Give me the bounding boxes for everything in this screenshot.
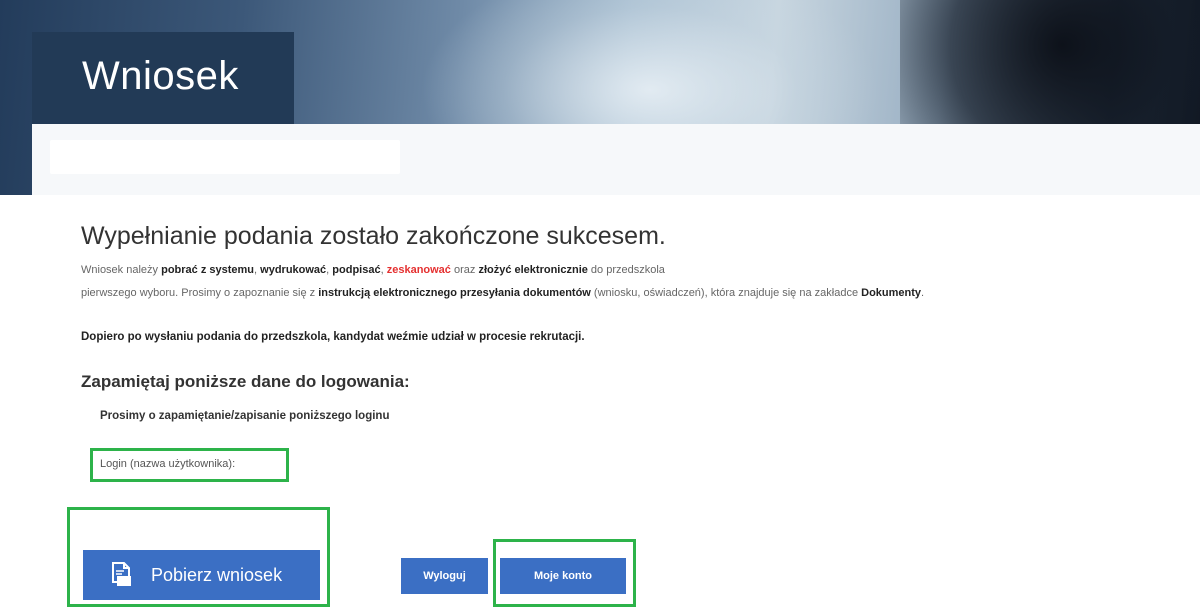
- scan-warning-text: zeskanować: [386, 264, 451, 276]
- bold-text: podpisać: [332, 264, 381, 276]
- pdf-document-icon: [112, 562, 131, 586]
- text: .: [921, 287, 925, 299]
- login-heading: Zapamiętaj poniższe dane do logowania:: [81, 372, 410, 391]
- download-button-label: Pobierz wniosek: [151, 564, 283, 585]
- instructions-line-1: Wniosek należy pobrać z systemu, wydruko…: [81, 264, 665, 276]
- recruitment-notice: Dopiero po wysłaniu podania do przedszko…: [81, 331, 585, 343]
- bold-text: pobrać z systemu: [161, 264, 255, 276]
- page-title: Wniosek: [82, 54, 239, 98]
- text: Wniosek należy: [81, 264, 162, 276]
- download-application-button[interactable]: Pobierz wniosek: [83, 550, 320, 600]
- logout-button[interactable]: Wyloguj: [401, 558, 488, 594]
- text: (wniosku, oświadczeń), która znajduje si…: [590, 287, 862, 299]
- bold-text: złożyć elektronicznie: [478, 264, 588, 276]
- bold-text: wydrukować: [260, 264, 327, 276]
- text: oraz: [450, 264, 479, 276]
- my-account-button[interactable]: Moje konto: [500, 558, 626, 594]
- text: do przedszkola: [587, 264, 665, 276]
- success-heading: Wypełnianie podania zostało zakończone s…: [81, 222, 666, 250]
- login-subheading: Prosimy o zapamiętanie/zapisanie poniższ…: [100, 410, 390, 422]
- login-field-label: Login (nazwa użytkownika):: [100, 458, 236, 470]
- instructions-line-2: pierwszego wyboru. Prosimy o zapoznanie …: [81, 287, 924, 299]
- bold-text: instrukcją elektronicznego przesyłania d…: [318, 287, 591, 299]
- text: pierwszego wyboru. Prosimy o zapoznanie …: [81, 287, 319, 299]
- bold-text: Dokumenty: [861, 287, 922, 299]
- breadcrumb: [50, 140, 400, 174]
